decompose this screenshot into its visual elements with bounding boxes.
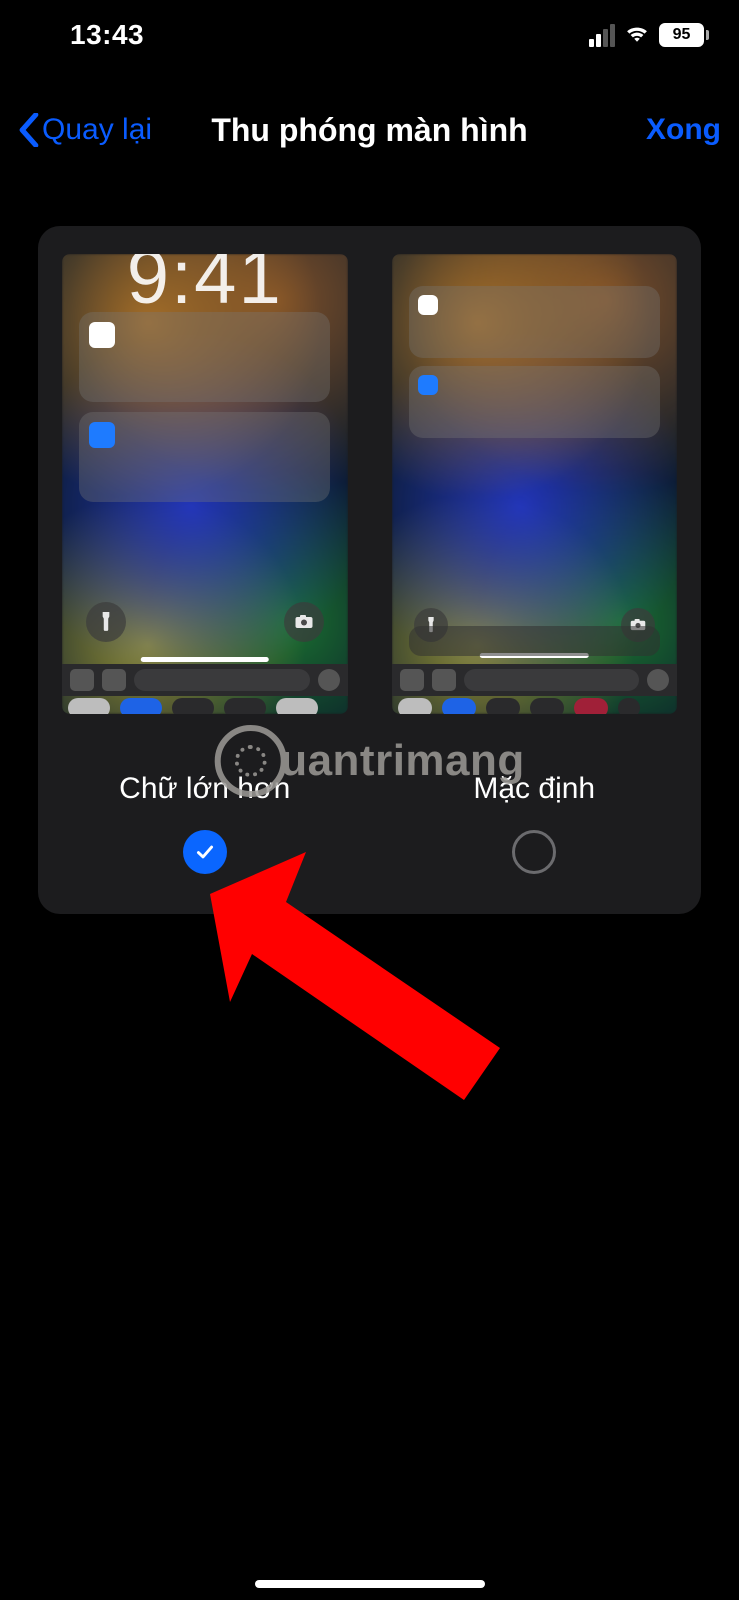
- mic-chip-icon: [318, 669, 340, 691]
- appstore-chip-icon: [102, 669, 126, 691]
- flashlight-icon: [86, 602, 126, 642]
- back-label: Quay lại: [42, 113, 152, 147]
- navigation-bar: Quay lại Thu phóng màn hình Xong: [0, 100, 739, 160]
- home-indicator[interactable]: [255, 1580, 485, 1588]
- option-larger-text[interactable]: 9:41: [62, 254, 348, 874]
- back-button[interactable]: Quay lại: [18, 113, 152, 147]
- chevron-left-icon: [18, 113, 40, 147]
- checkmark-icon: [194, 841, 216, 863]
- done-button[interactable]: Xong: [646, 113, 721, 147]
- camera-chip-icon: [70, 669, 94, 691]
- lockscreen-time-icon: 9:41: [127, 254, 283, 321]
- option-default-radio[interactable]: [512, 830, 556, 874]
- battery-percentage: 95: [673, 26, 691, 44]
- status-indicators: 95: [589, 22, 709, 49]
- option-larger-text-label: Chữ lớn hơn: [119, 772, 290, 806]
- zoom-options-panel: 9:41: [38, 226, 701, 914]
- preview-larger-text: 9:41: [62, 254, 348, 714]
- appstore-chip-icon: [432, 669, 456, 691]
- mic-chip-icon: [647, 669, 669, 691]
- battery-icon: 95: [659, 23, 709, 47]
- status-time: 13:43: [70, 19, 144, 51]
- page-title: Thu phóng màn hình: [211, 112, 527, 149]
- preview-default: [392, 254, 678, 714]
- cellular-signal-icon: [589, 24, 615, 47]
- status-bar: 13:43 95: [0, 0, 739, 70]
- wifi-icon: [623, 22, 651, 49]
- option-larger-text-radio[interactable]: [183, 830, 227, 874]
- camera-chip-icon: [400, 669, 424, 691]
- camera-icon: [284, 602, 324, 642]
- option-default[interactable]: Mặc định: [392, 254, 678, 874]
- option-default-label: Mặc định: [473, 772, 595, 806]
